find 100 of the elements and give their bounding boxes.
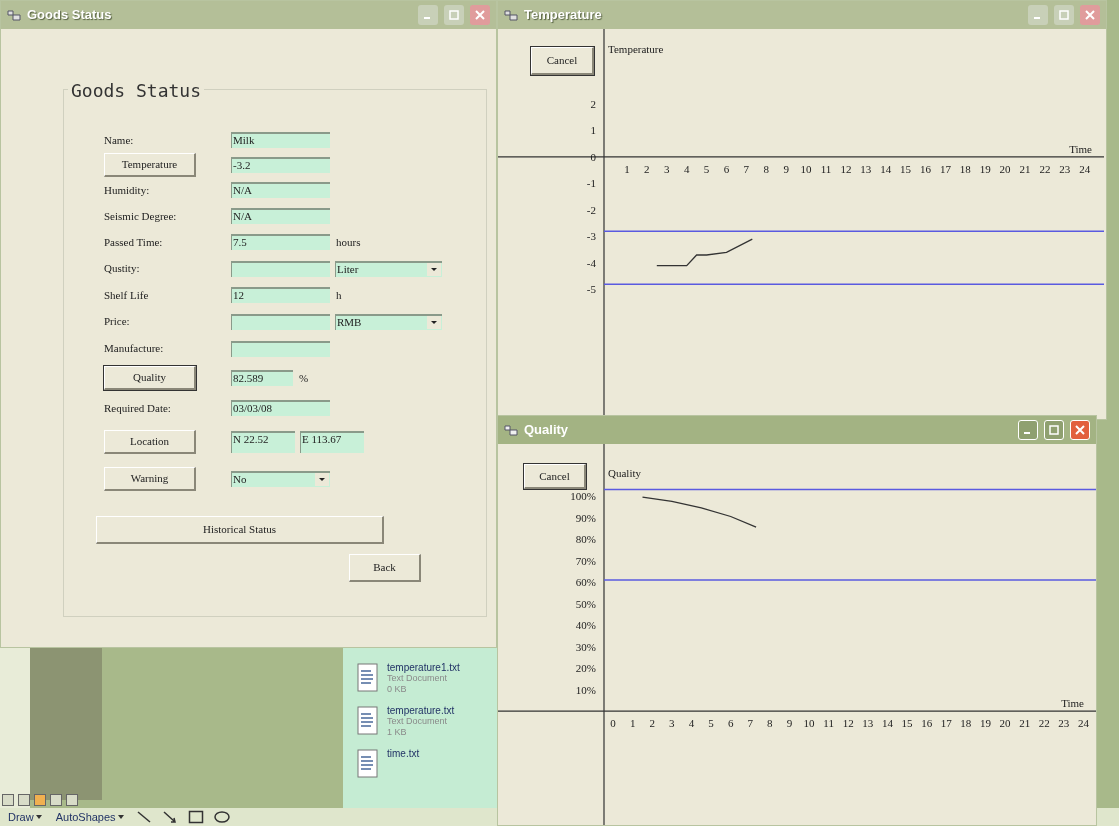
app-icon [504, 424, 518, 436]
arrow-tool-icon[interactable] [161, 810, 178, 824]
tick-label: 10 [803, 717, 815, 730]
view-icon[interactable] [50, 794, 62, 806]
tick-label: 5 [708, 717, 714, 730]
tick-label: 10% [575, 683, 596, 696]
back-button[interactable]: Back [349, 554, 421, 582]
view-icon[interactable] [18, 794, 30, 806]
close-button[interactable] [1080, 5, 1100, 25]
text-file-icon[interactable] [357, 662, 379, 692]
tick-label: -4 [586, 256, 596, 269]
input-field[interactable] [231, 260, 330, 277]
cancel-button[interactable]: Cancel [531, 47, 594, 75]
tick-label: 7 [747, 717, 753, 730]
historical-status-button[interactable]: Historical Status [96, 516, 384, 544]
tick-label: 0 [590, 150, 596, 163]
dropdown[interactable]: No [231, 470, 330, 487]
input-field[interactable] [231, 340, 330, 357]
maximize-icon[interactable] [449, 10, 459, 20]
tick-label: 8 [763, 162, 769, 175]
toolbar-menu[interactable]: Draw [6, 808, 44, 826]
tick-label: 19 [979, 162, 991, 175]
line-tool-icon[interactable] [135, 810, 152, 824]
caret-icon [117, 815, 124, 819]
cancel-button[interactable]: Cancel [524, 464, 586, 489]
tick-label: 23 [1058, 717, 1070, 730]
tick-label: 70% [575, 554, 596, 567]
tick-label: 12 [842, 717, 854, 730]
window-title: Goods Status [27, 6, 113, 25]
file-name[interactable]: temperature1.txt [387, 662, 460, 673]
close-icon[interactable] [475, 10, 485, 20]
maximize-button[interactable] [1054, 5, 1074, 25]
tick-label: 15 [901, 717, 913, 730]
tick-label: 9 [783, 162, 789, 175]
maximize-button[interactable] [444, 5, 464, 25]
tick-label: 20 [999, 717, 1011, 730]
tick-label: 22 [1039, 162, 1051, 175]
chart-title: Quality [608, 467, 641, 479]
tick-label: 3 [669, 717, 675, 730]
input-field[interactable]: N/A [231, 182, 330, 198]
view-icon[interactable] [2, 794, 14, 806]
file-name[interactable]: time.txt [387, 748, 420, 759]
unit-label: hours [336, 234, 361, 250]
dropdown[interactable]: Liter [335, 260, 442, 277]
input-field[interactable]: E 113.67 [300, 431, 364, 453]
view-icon[interactable] [34, 794, 46, 806]
toolbar-menu[interactable]: AutoShapes [53, 808, 126, 826]
input-field[interactable]: N/A [231, 208, 330, 224]
tick-label: 13 [862, 717, 874, 730]
tick-label: 16 [921, 717, 933, 730]
tick-label: -5 [586, 283, 596, 296]
close-icon[interactable] [1085, 10, 1095, 20]
unit-label: h [336, 287, 342, 303]
label-button[interactable]: Temperature [104, 152, 196, 177]
label-button[interactable]: Location [104, 430, 196, 454]
input-field[interactable]: 7.5 [231, 234, 330, 250]
tick-label: 22 [1038, 717, 1050, 730]
tick-label: 2 [644, 162, 650, 175]
input-field[interactable]: N 22.52 [231, 431, 295, 453]
input-field[interactable]: 03/03/08 [231, 400, 330, 416]
tick-label: 18 [959, 162, 971, 175]
input-field[interactable]: Milk [231, 132, 330, 148]
file-name[interactable]: temperature.txt [387, 705, 455, 716]
tick-label: 40% [575, 619, 596, 632]
field-label: Passed Time: [104, 234, 163, 250]
text-file-icon[interactable] [357, 748, 379, 778]
field-label: Name: [104, 132, 134, 148]
window-title: Quality [524, 421, 570, 440]
tick-label: 50% [575, 597, 596, 610]
text-file-icon[interactable] [357, 705, 379, 735]
tick-label: 4 [683, 162, 690, 175]
file-type: Text Document [387, 673, 449, 684]
maximize-icon[interactable] [1049, 425, 1059, 435]
close-button[interactable] [470, 5, 490, 25]
minimize-button[interactable] [1018, 420, 1038, 440]
file-type: Text Document [387, 716, 449, 727]
input-field[interactable]: 12 [231, 287, 330, 303]
app-icon [504, 9, 518, 21]
input-field[interactable]: 82.589 [231, 370, 293, 386]
dropdown[interactable]: RMB [335, 313, 442, 330]
view-icon[interactable] [66, 794, 78, 806]
tick-label: -2 [586, 203, 596, 216]
minimize-button[interactable] [418, 5, 438, 25]
close-icon[interactable] [1075, 425, 1085, 435]
rect-tool-icon[interactable] [187, 810, 204, 824]
maximize-button[interactable] [1044, 420, 1064, 440]
field-label: Seismic Degree: [104, 208, 177, 224]
tick-label: 1 [629, 717, 636, 730]
file-size: 0 KB [387, 684, 408, 695]
tick-label: 11 [823, 717, 834, 730]
input-field[interactable]: -3.2 [231, 156, 330, 173]
label-button[interactable]: Warning [104, 466, 196, 491]
oval-tool-icon[interactable] [213, 810, 230, 824]
tick-label: 60% [575, 576, 596, 589]
close-button[interactable] [1070, 420, 1090, 440]
maximize-icon[interactable] [1059, 10, 1069, 20]
tick-label: 1 [590, 124, 596, 137]
label-button[interactable]: Quality [104, 366, 196, 390]
input-field[interactable] [231, 313, 330, 330]
minimize-button[interactable] [1028, 5, 1048, 25]
